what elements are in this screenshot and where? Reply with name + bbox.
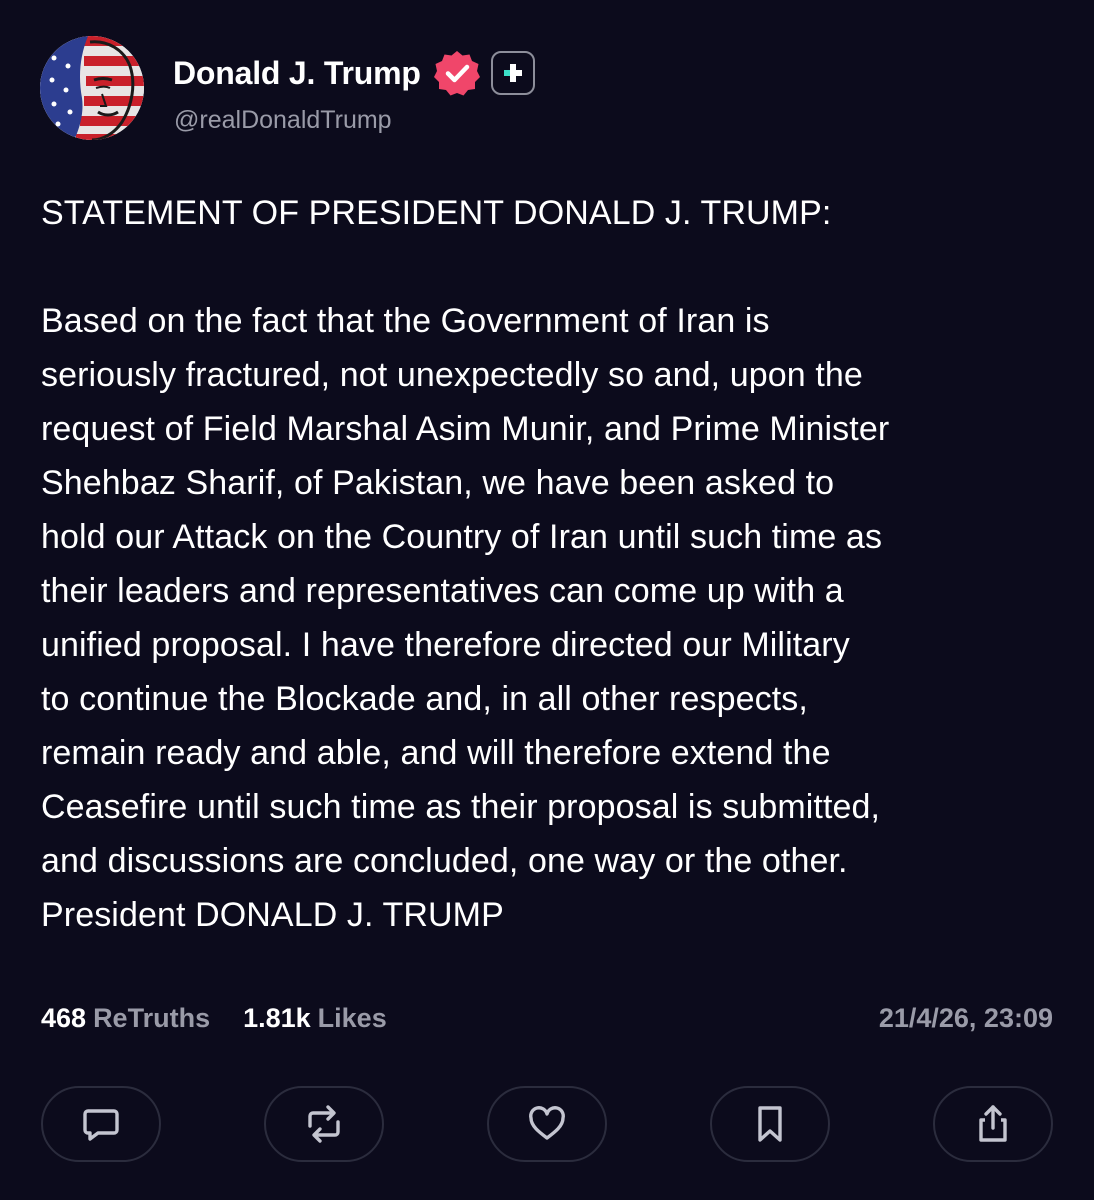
retruths-label: ReTruths <box>93 1002 211 1033</box>
post-timestamp: 21/4/26, 23:09 <box>878 1002 1053 1033</box>
action-bar <box>41 1086 1053 1162</box>
bookmark-icon <box>758 1106 782 1142</box>
likes-count: 1.81k <box>243 1002 311 1033</box>
post-text: STATEMENT OF PRESIDENT DONALD J. TRUMP: … <box>41 194 890 934</box>
likes-label: Likes <box>317 1002 387 1033</box>
heart-icon <box>529 1106 565 1140</box>
truth-post: Donald J. Trump @realDonaldTrump STATEME… <box>0 0 1094 1200</box>
author-row: Donald J. Trump <box>173 48 535 98</box>
truth-plus-badge <box>490 51 535 95</box>
reply-button[interactable] <box>41 1086 161 1162</box>
share-button[interactable] <box>933 1086 1053 1162</box>
comment-icon <box>83 1109 119 1141</box>
verified-badge-icon <box>433 51 480 96</box>
plus-icon <box>503 64 522 82</box>
retruth-icon <box>308 1105 340 1143</box>
share-icon <box>979 1105 1007 1142</box>
retruth-button[interactable] <box>264 1086 384 1162</box>
retruths-stat[interactable]: 468 ReTruths <box>41 1003 210 1034</box>
bookmark-button[interactable] <box>710 1086 830 1162</box>
author-display-name[interactable]: Donald J. Trump <box>173 55 421 92</box>
post-stats: 468 ReTruths 1.81k Likes 21/4/26, 23:09 <box>41 998 1053 1038</box>
retruths-count: 468 <box>41 1002 87 1033</box>
avatar-image <box>40 36 144 140</box>
avatar[interactable] <box>40 36 144 140</box>
likes-stat[interactable]: 1.81k Likes <box>243 1003 387 1034</box>
author-handle[interactable]: @realDonaldTrump <box>174 106 392 135</box>
like-button[interactable] <box>487 1086 607 1162</box>
